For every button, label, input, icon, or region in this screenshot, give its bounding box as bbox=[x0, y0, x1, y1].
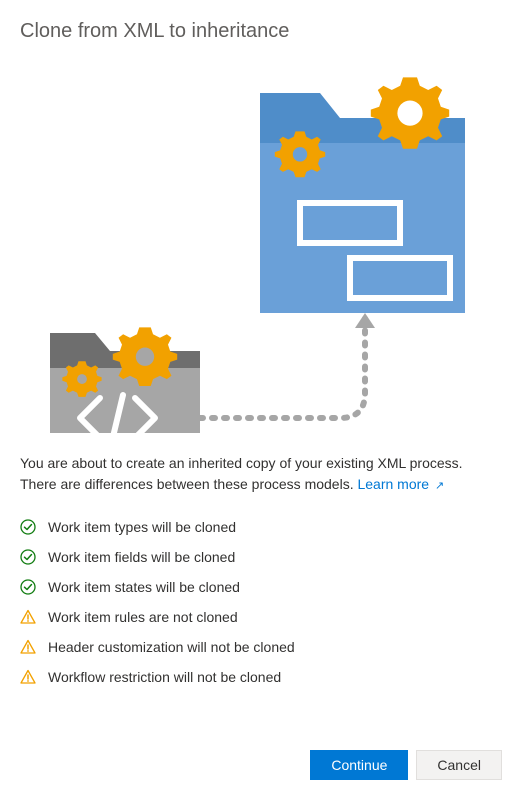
dialog-description: You are about to create an inherited cop… bbox=[20, 453, 502, 495]
warning-triangle-icon bbox=[20, 639, 36, 655]
check-circle-icon bbox=[20, 579, 36, 595]
list-item: Work item rules are not cloned bbox=[20, 609, 502, 625]
clone-illustration bbox=[20, 63, 502, 433]
check-circle-icon bbox=[20, 519, 36, 535]
list-item-text: Work item types will be cloned bbox=[48, 519, 236, 535]
cancel-button[interactable]: Cancel bbox=[416, 750, 502, 780]
external-link-icon: ↗ bbox=[435, 478, 444, 495]
list-item: Work item types will be cloned bbox=[20, 519, 502, 535]
dialog-title: Clone from XML to inheritance bbox=[20, 20, 502, 43]
list-item: Header customization will not be cloned bbox=[20, 639, 502, 655]
warning-triangle-icon bbox=[20, 669, 36, 685]
list-item-text: Workflow restriction will not be cloned bbox=[48, 669, 281, 685]
list-item: Work item fields will be cloned bbox=[20, 549, 502, 565]
learn-more-link[interactable]: Learn more ↗ bbox=[357, 476, 444, 492]
list-item-text: Work item fields will be cloned bbox=[48, 549, 235, 565]
list-item-text: Work item rules are not cloned bbox=[48, 609, 238, 625]
clone-item-list: Work item types will be cloned Work item … bbox=[20, 519, 502, 685]
check-circle-icon bbox=[20, 549, 36, 565]
warning-triangle-icon bbox=[20, 609, 36, 625]
list-item-text: Work item states will be cloned bbox=[48, 579, 240, 595]
list-item-text: Header customization will not be cloned bbox=[48, 639, 295, 655]
dialog-button-bar: Continue Cancel bbox=[310, 750, 502, 780]
list-item: Workflow restriction will not be cloned bbox=[20, 669, 502, 685]
list-item: Work item states will be cloned bbox=[20, 579, 502, 595]
continue-button[interactable]: Continue bbox=[310, 750, 408, 780]
